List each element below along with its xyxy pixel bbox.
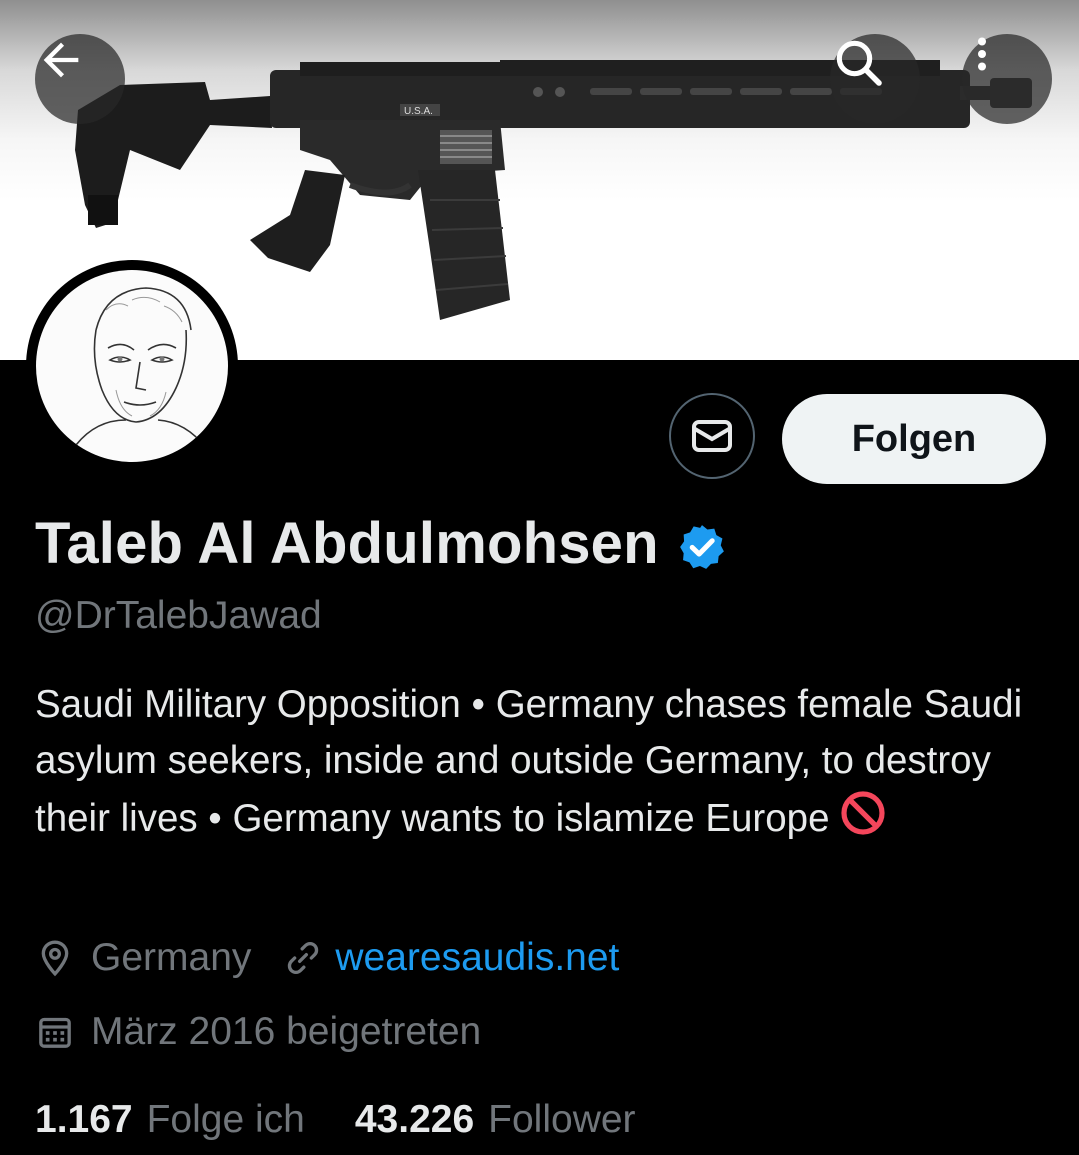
profile-bio: Saudi Military Opposition • Germany chas…	[35, 677, 1045, 847]
avatar[interactable]	[26, 260, 238, 472]
calendar-icon	[39, 1017, 71, 1048]
followers-stat[interactable]: 43.226 Follower	[355, 1098, 636, 1142]
following-stat[interactable]: 1.167 Folge ich	[35, 1098, 305, 1142]
search-button[interactable]	[830, 34, 920, 124]
location-pin-icon	[41, 940, 69, 977]
location-text: Germany	[91, 936, 252, 979]
link-icon	[288, 941, 319, 975]
avatar-image	[36, 270, 228, 462]
display-name-row: Taleb Al Abdulmohsen	[35, 510, 727, 577]
sketch-portrait	[75, 287, 207, 449]
message-button[interactable]	[669, 393, 755, 479]
back-button[interactable]	[35, 34, 125, 124]
svg-text:U.S.A.: U.S.A.	[404, 106, 433, 117]
following-label: Folge ich	[146, 1098, 305, 1141]
search-icon	[836, 40, 882, 86]
follow-button[interactable]: Folgen	[782, 394, 1046, 484]
more-vertical-icon	[978, 37, 986, 71]
joined-row: März 2016 beigetreten	[35, 1010, 481, 1054]
followers-count: 43.226	[354, 1098, 475, 1141]
verified-badge-icon[interactable]	[677, 522, 727, 572]
more-options-button[interactable]	[962, 34, 1052, 124]
prohibited-emoji	[841, 791, 886, 835]
envelope-icon	[692, 420, 732, 452]
location-website-row: Germany wearesaudis.net	[35, 936, 619, 980]
arrow-left-icon	[43, 42, 79, 78]
follow-stats: 1.167 Folge ich 43.226 Follower	[35, 1098, 636, 1142]
following-count: 1.167	[35, 1098, 133, 1141]
stats-spacer	[305, 1098, 355, 1142]
website-link[interactable]: wearesaudis.net	[335, 936, 619, 980]
username-handle: @DrTalebJawad	[35, 594, 322, 637]
joined-text: März 2016 beigetreten	[91, 1010, 482, 1053]
profile-page: U.S.A. Folgen Taleb Al Abdulmohsen @DrTa…	[0, 0, 1079, 1155]
display-name: Taleb Al Abdulmohsen	[35, 511, 659, 576]
followers-label: Follower	[488, 1098, 636, 1141]
